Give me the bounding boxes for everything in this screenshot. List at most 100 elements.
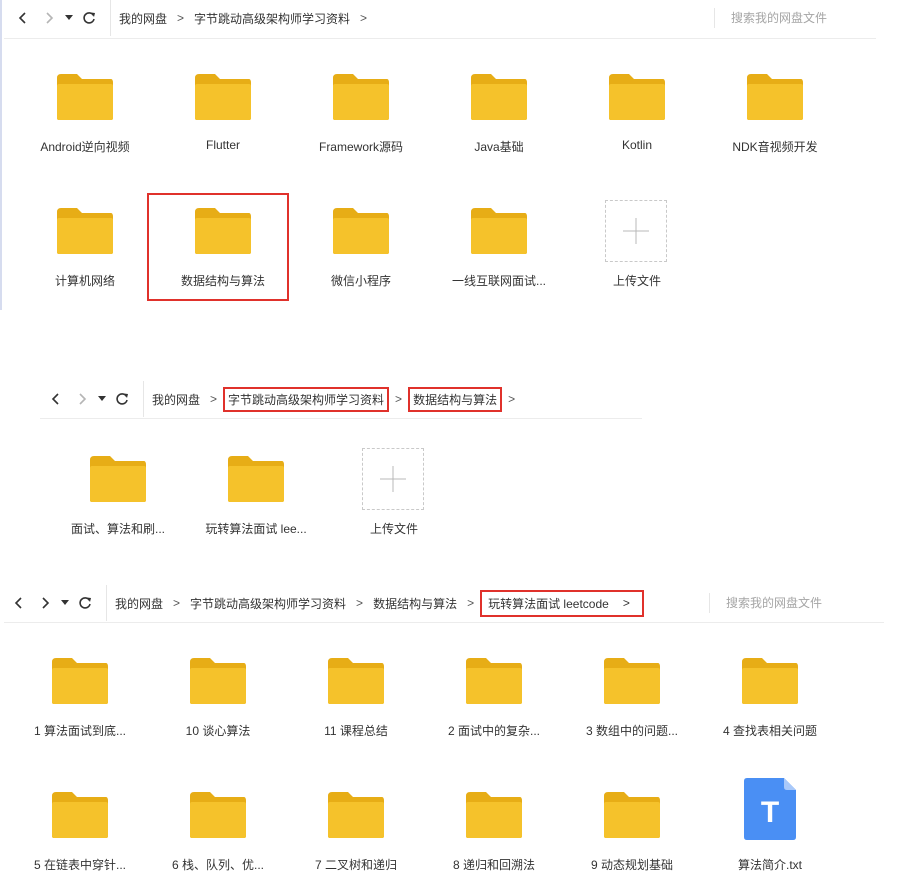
item-label: NDK音视频开发 <box>732 140 818 154</box>
folder-item[interactable]: Android逆向视频 <box>20 64 150 174</box>
folder-item[interactable]: Framework源码 <box>296 64 426 174</box>
forward-button[interactable] <box>32 589 58 617</box>
breadcrumb-item[interactable]: 字节跳动高级架构师学习资料 <box>194 10 350 27</box>
refresh-icon <box>83 12 95 24</box>
folder-item[interactable]: 微信小程序 <box>296 198 426 308</box>
refresh-button[interactable] <box>109 385 135 413</box>
divider <box>4 38 876 39</box>
back-button[interactable] <box>43 385 69 413</box>
folder-icon <box>328 792 384 838</box>
back-button[interactable] <box>10 4 36 32</box>
item-label: 2 面试中的复杂... <box>447 724 540 738</box>
chevron-left-icon <box>18 12 26 24</box>
folder-item[interactable]: 11 课程总结 <box>291 648 421 758</box>
forward-button[interactable] <box>36 4 62 32</box>
plus-icon <box>362 448 424 510</box>
nav-toolbar: 我的网盘 > 字节跳动高级架构师学习资料 > 数据结构与算法 > <box>43 381 521 417</box>
folder-icon <box>609 74 665 120</box>
file-item[interactable]: T 算法简介.txt <box>705 778 835 888</box>
folder-item[interactable]: 5 在链表中穿针... <box>15 782 145 892</box>
breadcrumb-separator: > <box>173 596 181 610</box>
item-label: 玩转算法面试 lee... <box>205 522 307 536</box>
folder-item[interactable]: 1 算法面试到底... <box>15 648 145 758</box>
chevron-left-icon <box>14 597 22 609</box>
item-label: Android逆向视频 <box>40 140 130 154</box>
back-button[interactable] <box>6 589 32 617</box>
refresh-icon <box>79 597 91 609</box>
folder-icon <box>604 658 660 704</box>
breadcrumb-item[interactable]: 我的网盘 <box>115 595 163 612</box>
forward-button[interactable] <box>69 385 95 413</box>
folder-item[interactable]: 6 栈、队列、优... <box>153 782 283 892</box>
nav-toolbar: 我的网盘 > 字节跳动高级架构师学习资料 > <box>10 0 377 36</box>
folder-item[interactable]: 4 查找表相关问题 <box>705 648 835 758</box>
caret-down-icon <box>61 600 69 605</box>
item-label: 5 在链表中穿针... <box>33 858 126 872</box>
item-label: Kotlin <box>621 138 653 152</box>
folder-icon <box>195 74 251 120</box>
breadcrumb-item[interactable]: 数据结构与算法 <box>373 595 457 612</box>
folder-item[interactable]: 8 递归和回溯法 <box>429 782 559 892</box>
folder-item[interactable]: Flutter <box>158 64 288 174</box>
refresh-button[interactable] <box>76 4 102 32</box>
search-input[interactable]: 搜索我的网盘文件 <box>709 593 896 613</box>
folder-icon <box>57 208 113 254</box>
folder-icon <box>747 74 803 120</box>
breadcrumb-item[interactable]: 我的网盘 <box>119 10 167 27</box>
breadcrumb-item[interactable]: 字节跳动高级架构师学习资料 <box>223 386 390 412</box>
chevron-right-icon <box>79 393 87 405</box>
folder-icon <box>471 208 527 254</box>
item-label: 一线互联网面试... <box>451 274 546 288</box>
chevron-left-icon <box>51 393 59 405</box>
folder-item[interactable]: 10 谈心算法 <box>153 648 283 758</box>
nav-toolbar: 我的网盘 > 字节跳动高级架构师学习资料 > 数据结构与算法 > 玩转算法面试 … <box>6 585 644 621</box>
item-label: 上传文件 <box>369 522 418 536</box>
folder-item[interactable]: 一线互联网面试... <box>434 198 564 308</box>
item-label: 8 递归和回溯法 <box>452 858 535 872</box>
text-file-icon: T <box>744 778 796 840</box>
refresh-button[interactable] <box>72 589 98 617</box>
folder-icon <box>57 74 113 120</box>
folder-icon <box>466 792 522 838</box>
upload-file-button[interactable]: 上传文件 <box>329 446 459 556</box>
history-dropdown[interactable] <box>95 385 109 413</box>
breadcrumb-separator: > <box>622 596 630 610</box>
search-input[interactable]: 搜索我的网盘文件 <box>714 8 891 28</box>
folder-item[interactable]: 计算机网络 <box>20 198 150 308</box>
breadcrumb-separator: > <box>508 392 516 406</box>
folder-item[interactable]: NDK音视频开发 <box>710 64 840 174</box>
item-label: 上传文件 <box>612 274 661 288</box>
breadcrumb: 我的网盘 > 字节跳动高级架构师学习资料 > 数据结构与算法 > 玩转算法面试 … <box>106 585 644 621</box>
folder-item[interactable]: Kotlin <box>572 64 702 174</box>
breadcrumb-item[interactable]: 我的网盘 <box>152 391 200 408</box>
item-label: Flutter <box>205 138 240 152</box>
folder-icon <box>333 74 389 120</box>
folder-icon <box>466 658 522 704</box>
item-label: Framework源码 <box>318 140 403 154</box>
breadcrumb-item[interactable]: 字节跳动高级架构师学习资料 <box>190 595 346 612</box>
history-dropdown[interactable] <box>58 589 72 617</box>
caret-down-icon <box>98 396 106 401</box>
breadcrumb-current[interactable]: 玩转算法面试 leetcode > <box>480 589 644 617</box>
item-label: 数据结构与算法 <box>180 274 265 288</box>
divider <box>40 418 642 419</box>
folder-item-selected[interactable]: 数据结构与算法 <box>158 198 288 308</box>
window-edge <box>0 0 2 310</box>
folder-item[interactable]: 7 二叉树和递归 <box>291 782 421 892</box>
folder-item[interactable]: 9 动态规划基础 <box>567 782 697 892</box>
upload-file-button[interactable]: 上传文件 <box>572 198 702 308</box>
folder-item[interactable]: Java基础 <box>434 64 564 174</box>
item-label: 4 查找表相关问题 <box>722 724 817 738</box>
folder-icon <box>90 456 146 502</box>
folder-item[interactable]: 2 面试中的复杂... <box>429 648 559 758</box>
breadcrumb-item: 玩转算法面试 leetcode <box>488 596 609 611</box>
folder-item[interactable]: 玩转算法面试 lee... <box>191 446 321 556</box>
breadcrumb-separator: > <box>467 596 475 610</box>
folder-item[interactable]: 3 数组中的问题... <box>567 648 697 758</box>
item-label: 微信小程序 <box>330 274 391 288</box>
breadcrumb-separator: > <box>210 392 218 406</box>
history-dropdown[interactable] <box>62 4 76 32</box>
item-label: 11 课程总结 <box>324 724 388 738</box>
breadcrumb-item[interactable]: 数据结构与算法 <box>408 386 503 412</box>
folder-item[interactable]: 面试、算法和刷... <box>53 446 183 556</box>
